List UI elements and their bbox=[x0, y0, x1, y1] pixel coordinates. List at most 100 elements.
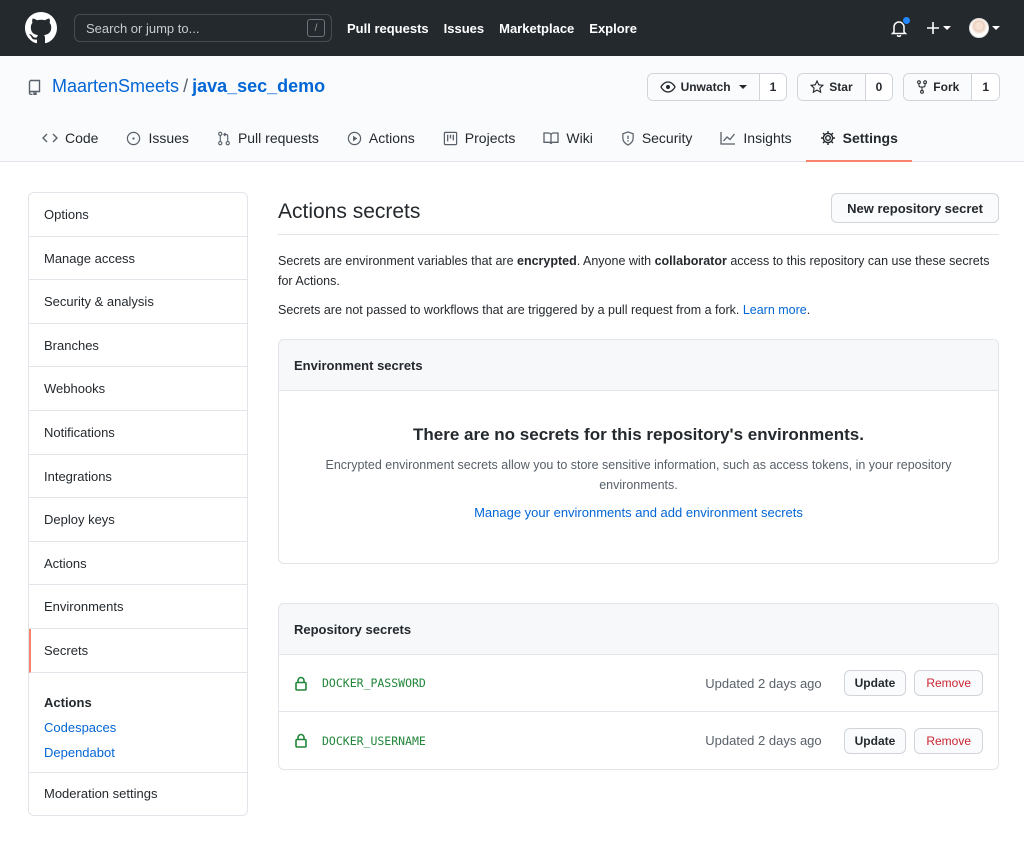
tab-label: Wiki bbox=[566, 130, 593, 146]
secret-name: DOCKER_USERNAME bbox=[322, 733, 426, 748]
search-input[interactable]: Search or jump to... / bbox=[74, 14, 332, 42]
tab-wiki[interactable]: Wiki bbox=[529, 116, 606, 162]
fork-button-group: Fork 1 bbox=[903, 73, 1000, 101]
learn-more-link[interactable]: Learn more bbox=[743, 303, 807, 317]
description-text: . Anyone with bbox=[576, 254, 655, 268]
secrets-subgroup: Actions Codespaces Dependabot bbox=[29, 673, 247, 773]
repo-header: MaartenSmeets / java_sec_demo Unwatch 1 … bbox=[0, 56, 1024, 162]
nav-marketplace[interactable]: Marketplace bbox=[499, 21, 574, 36]
tab-pull-requests[interactable]: Pull requests bbox=[203, 116, 333, 162]
repo-tabs: Code Issues Pull requests Actions Projec… bbox=[28, 116, 912, 162]
nav-explore[interactable]: Explore bbox=[589, 21, 637, 36]
tab-settings[interactable]: Settings bbox=[805, 116, 912, 162]
chevron-down-icon bbox=[992, 26, 1000, 30]
star-count[interactable]: 0 bbox=[865, 74, 893, 100]
eye-icon bbox=[659, 81, 676, 93]
sidebar-item-actions[interactable]: Actions bbox=[29, 542, 247, 586]
nav-pull-requests[interactable]: Pull requests bbox=[347, 21, 429, 36]
update-secret-button[interactable]: Update bbox=[843, 670, 907, 696]
tab-projects[interactable]: Projects bbox=[429, 116, 530, 162]
repo-separator: / bbox=[183, 76, 189, 96]
tab-label: Projects bbox=[464, 130, 516, 146]
tab-label: Actions bbox=[368, 130, 415, 146]
sidebar-item-branches[interactable]: Branches bbox=[29, 324, 247, 368]
repo-title: MaartenSmeets / java_sec_demo bbox=[28, 76, 325, 97]
remove-secret-button[interactable]: Remove bbox=[914, 670, 983, 696]
chevron-down-icon bbox=[738, 85, 747, 89]
secrets-main: Actions secrets New repository secret Se… bbox=[278, 192, 999, 770]
shield-icon bbox=[622, 130, 634, 146]
tab-label: Code bbox=[65, 130, 99, 146]
tab-issues[interactable]: Issues bbox=[112, 116, 202, 162]
new-repository-secret-button[interactable]: New repository secret bbox=[831, 193, 999, 223]
sidebar-item-security-analysis[interactable]: Security & analysis bbox=[29, 280, 247, 324]
tab-security[interactable]: Security bbox=[607, 116, 707, 162]
tab-insights[interactable]: Insights bbox=[706, 116, 805, 162]
sidebar-item-environments[interactable]: Environments bbox=[29, 585, 247, 629]
header-actions bbox=[890, 0, 1000, 56]
lock-icon bbox=[295, 733, 307, 748]
description-text: Secrets are environment variables that a… bbox=[278, 254, 518, 268]
star-button[interactable]: Star bbox=[798, 74, 866, 100]
sidebar-item-integrations[interactable]: Integrations bbox=[29, 455, 247, 499]
user-menu[interactable] bbox=[969, 18, 1000, 38]
remove-secret-button[interactable]: Remove bbox=[914, 727, 983, 754]
tab-label: Issues bbox=[148, 130, 189, 146]
tab-label: Security bbox=[641, 130, 693, 146]
environment-secrets-blankslate: There are no secrets for this repository… bbox=[279, 391, 998, 563]
fork-notice-end: . bbox=[806, 303, 811, 317]
fork-notice: Secrets are not passed to workflows that… bbox=[278, 300, 999, 320]
issue-icon bbox=[127, 131, 141, 145]
secret-updated: Updated 2 days ago bbox=[705, 733, 822, 748]
plus-icon bbox=[927, 22, 939, 34]
search-placeholder: Search or jump to... bbox=[86, 20, 200, 36]
fork-label: Fork bbox=[933, 80, 960, 94]
sidebar-item-notifications[interactable]: Notifications bbox=[29, 411, 247, 455]
manage-environments-link[interactable]: Manage your environments and add environ… bbox=[474, 505, 803, 520]
notifications-bell-icon[interactable] bbox=[890, 16, 911, 38]
gear-icon bbox=[820, 131, 835, 145]
tab-label: Insights bbox=[743, 130, 792, 146]
star-label: Star bbox=[829, 80, 853, 94]
create-new-menu[interactable] bbox=[926, 21, 951, 35]
sidebar-subgroup-actions[interactable]: Actions bbox=[44, 695, 232, 710]
update-secret-button[interactable]: Update bbox=[843, 727, 907, 754]
repo-name-link[interactable]: java_sec_demo bbox=[192, 76, 325, 97]
repo-owner-link[interactable]: MaartenSmeets bbox=[52, 76, 179, 97]
environment-secrets-box: Environment secrets There are no secrets… bbox=[278, 339, 999, 564]
avatar bbox=[969, 18, 989, 38]
watch-count[interactable]: 1 bbox=[759, 74, 787, 100]
secret-row: DOCKER_USERNAME Updated 2 days ago Updat… bbox=[279, 712, 998, 769]
sidebar-subgroup-codespaces[interactable]: Codespaces bbox=[44, 720, 232, 735]
secret-name: DOCKER_PASSWORD bbox=[322, 676, 426, 690]
sidebar-item-deploy-keys[interactable]: Deploy keys bbox=[29, 498, 247, 542]
sidebar-item-manage-access[interactable]: Manage access bbox=[29, 237, 247, 281]
settings-sidebar: Options Manage access Security & analysi… bbox=[28, 192, 248, 816]
fork-button[interactable]: Fork bbox=[904, 74, 973, 100]
graph-icon bbox=[720, 132, 736, 145]
nav-issues[interactable]: Issues bbox=[444, 21, 484, 36]
github-logo-icon[interactable] bbox=[24, 11, 58, 45]
lock-icon bbox=[295, 676, 307, 691]
watch-button[interactable]: Unwatch bbox=[647, 74, 760, 100]
sidebar-item-moderation-settings[interactable]: Moderation settings bbox=[29, 773, 247, 815]
tab-actions[interactable]: Actions bbox=[333, 116, 429, 162]
global-header: Search or jump to... / Pull requests Iss… bbox=[0, 0, 1024, 56]
blankslate-title: There are no secrets for this repository… bbox=[413, 425, 864, 444]
notification-indicator bbox=[902, 16, 911, 25]
sidebar-subgroup-dependabot[interactable]: Dependabot bbox=[44, 745, 232, 760]
fork-notice-text: Secrets are not passed to workflows that… bbox=[278, 303, 743, 317]
sidebar-item-options[interactable]: Options bbox=[29, 193, 247, 237]
description-emphasis: collaborator bbox=[654, 254, 727, 268]
book-icon bbox=[543, 132, 560, 145]
page-header: Actions secrets New repository secret bbox=[278, 192, 999, 235]
sidebar-item-webhooks[interactable]: Webhooks bbox=[29, 367, 247, 411]
tab-code[interactable]: Code bbox=[28, 116, 112, 162]
fork-count[interactable]: 1 bbox=[972, 74, 999, 100]
search-shortcut-badge: / bbox=[307, 19, 325, 37]
chevron-down-icon bbox=[943, 26, 951, 30]
watch-label: Unwatch bbox=[680, 80, 731, 94]
sidebar-item-secrets[interactable]: Secrets bbox=[29, 628, 247, 673]
play-icon bbox=[347, 131, 362, 145]
watch-button-group: Unwatch 1 bbox=[646, 73, 788, 101]
